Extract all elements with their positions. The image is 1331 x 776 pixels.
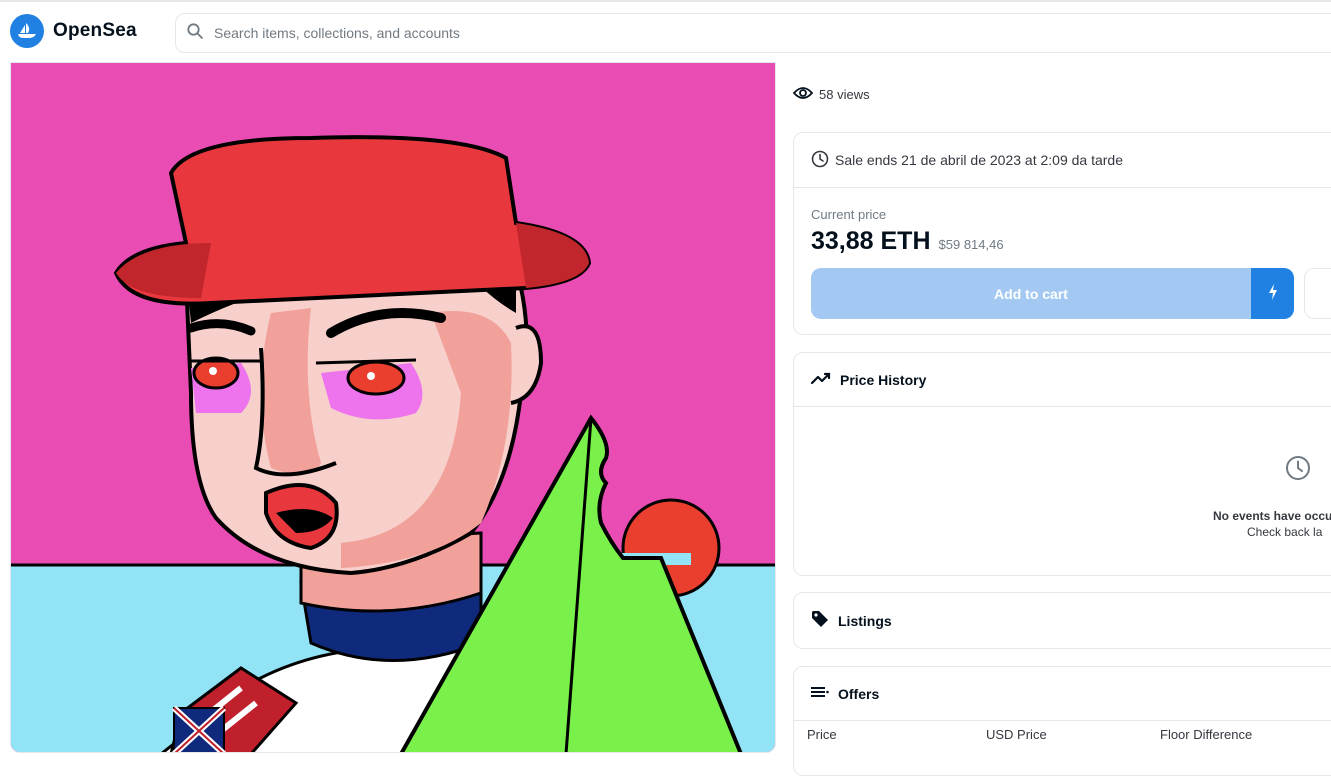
sale-end-row: Sale ends 21 de abril de 2023 at 2:09 da…	[794, 133, 1331, 188]
sale-end-text: Sale ends 21 de abril de 2023 at 2:09 da…	[835, 152, 1123, 168]
price-history-header[interactable]: Price History	[794, 353, 1331, 407]
brand-name: OpenSea	[53, 20, 137, 41]
view-count: 58 views	[792, 86, 870, 103]
clock-icon	[811, 150, 829, 171]
views-text: 58 views	[819, 87, 870, 102]
current-price-label: Current price	[811, 207, 887, 222]
tag-icon	[811, 610, 829, 631]
trend-line-icon	[810, 371, 831, 388]
opensea-logo[interactable]: OpenSea	[10, 14, 137, 48]
offers-panel: Offers Price USD Price Floor Difference	[793, 666, 1331, 776]
add-to-cart-button[interactable]: Add to cart	[811, 268, 1251, 319]
search-input[interactable]	[214, 25, 1114, 41]
eye-icon	[792, 86, 814, 103]
search-icon	[186, 22, 204, 45]
column-header-price: Price	[807, 727, 837, 742]
clock-icon	[1285, 455, 1311, 486]
price-history-title: Price History	[840, 371, 927, 388]
offers-table-header: Price USD Price Floor Difference	[807, 727, 1331, 747]
make-offer-button[interactable]	[1304, 268, 1331, 319]
search-bar[interactable]	[175, 13, 1331, 53]
price-usd: $59 814,46	[938, 237, 1004, 252]
lightning-icon	[1267, 283, 1279, 304]
top-nav: OpenSea	[0, 2, 1331, 62]
sale-card: Sale ends 21 de abril de 2023 at 2:09 da…	[793, 132, 1331, 335]
nft-artwork-image[interactable]	[10, 62, 776, 753]
column-header-floor-difference: Floor Difference	[1160, 727, 1253, 742]
listings-title: Listings	[838, 612, 892, 629]
offers-header[interactable]: Offers	[794, 667, 1331, 721]
listings-header[interactable]: Listings	[794, 593, 1331, 648]
offers-title: Offers	[838, 685, 880, 702]
listings-panel: Listings	[793, 592, 1331, 649]
buy-now-button[interactable]	[1251, 268, 1294, 319]
price-row: 33,88 ETH $59 814,46	[811, 227, 1004, 256]
price-eth: 33,88 ETH	[811, 227, 931, 255]
opensea-logo-icon	[10, 14, 44, 48]
price-history-panel: Price History No events have occu Check …	[793, 352, 1331, 576]
no-events-subtitle: Check back la	[1247, 525, 1323, 539]
no-events-title: No events have occu	[1213, 509, 1331, 523]
list-icon	[811, 685, 829, 702]
column-header-usd-price: USD Price	[986, 727, 1047, 742]
